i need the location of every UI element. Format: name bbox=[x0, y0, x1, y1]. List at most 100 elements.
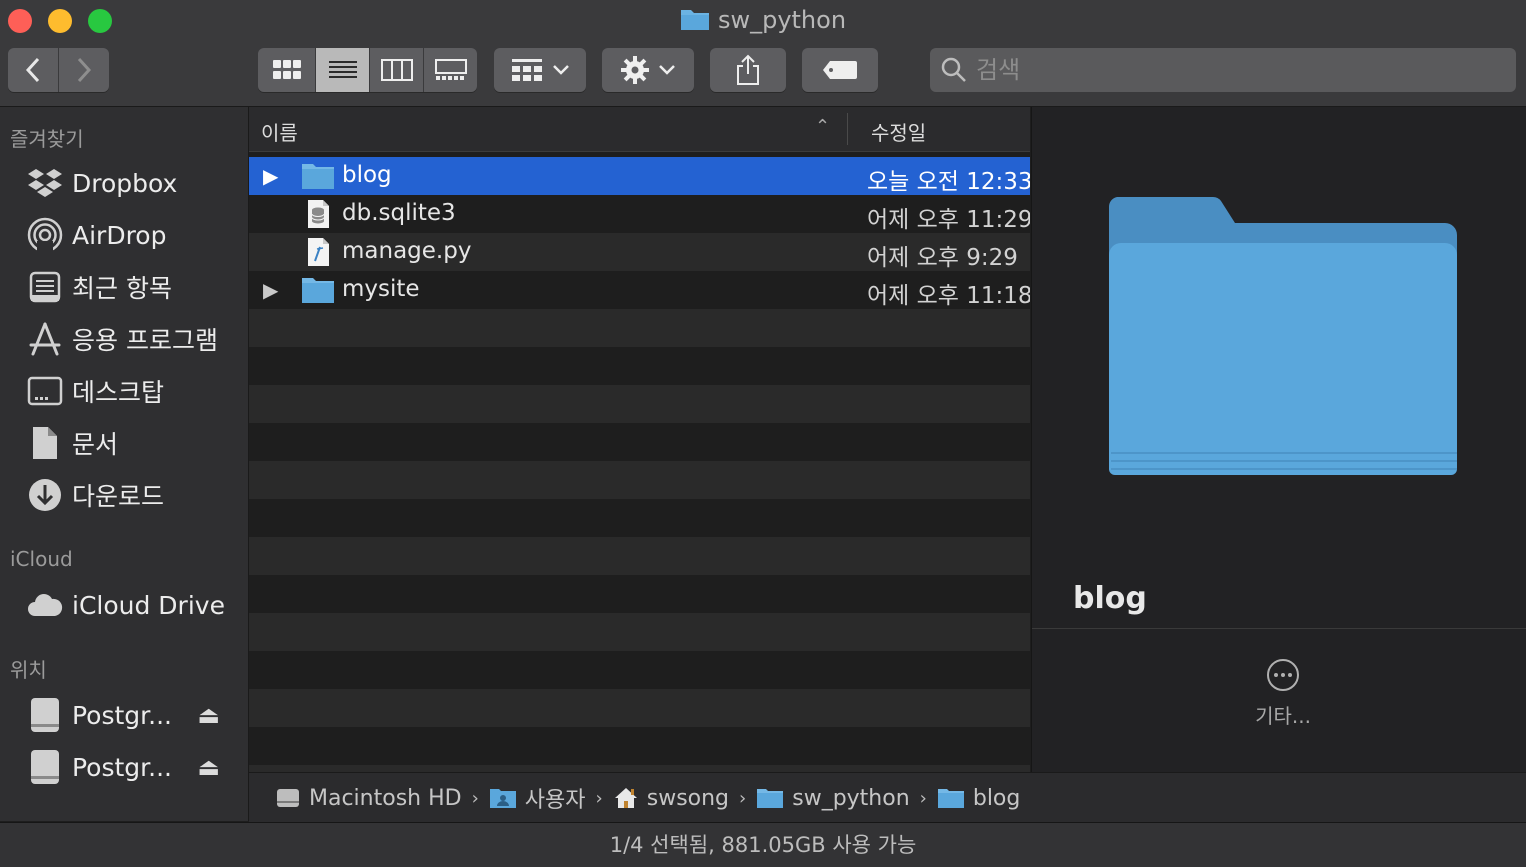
downloads-icon bbox=[26, 476, 64, 514]
list-view-icon bbox=[328, 61, 357, 78]
sidebar-item-label: 문서 bbox=[72, 430, 119, 459]
status-bar: 1/4 선택됨, 881.05GB 사용 가능 bbox=[0, 822, 1526, 867]
disk-icon bbox=[26, 696, 64, 734]
sidebar-item-label: 다운로드 bbox=[72, 482, 165, 511]
sidebar-item-dropbox[interactable]: Dropbox bbox=[26, 161, 246, 205]
icon-view-button[interactable] bbox=[258, 48, 316, 92]
folder-icon bbox=[680, 10, 709, 30]
documents-icon bbox=[26, 424, 64, 462]
window-title: sw_python bbox=[0, 6, 1526, 34]
search-icon bbox=[941, 57, 966, 82]
eject-icon[interactable]: ⏏ bbox=[197, 753, 220, 781]
tags-button[interactable] bbox=[802, 48, 878, 92]
chevron-left-icon bbox=[25, 57, 40, 83]
sidebar-item-documents[interactable]: 문서 bbox=[26, 421, 246, 465]
path-item-label: sw_python bbox=[792, 785, 910, 811]
disclosure-triangle-icon[interactable]: ▶ bbox=[263, 278, 278, 302]
chevron-right-icon: › bbox=[595, 787, 603, 809]
action-button[interactable] bbox=[602, 48, 694, 92]
sidebar-item-disk-2[interactable]: Postgr... ⏏ bbox=[26, 745, 246, 789]
more-button[interactable]: 기타... bbox=[1252, 658, 1314, 729]
folder-icon bbox=[937, 787, 965, 809]
file-rows: ▶ blog 오늘 오전 12:33 db.sqlite3 어제 오후 11:2… bbox=[249, 157, 1030, 772]
path-item-label: swsong bbox=[646, 785, 730, 811]
empty-row bbox=[249, 651, 1030, 689]
file-name: manage.py bbox=[342, 238, 472, 264]
group-view-icon bbox=[512, 59, 542, 81]
file-name: mysite bbox=[342, 276, 420, 302]
search-field[interactable] bbox=[930, 48, 1516, 92]
column-header-name[interactable]: 이름 bbox=[261, 117, 298, 146]
empty-row bbox=[249, 689, 1030, 727]
users-folder-icon bbox=[489, 787, 517, 809]
sidebar-item-label: iCloud Drive bbox=[72, 590, 225, 620]
chevron-down-icon bbox=[659, 65, 675, 75]
chevron-up-icon: ⌃ bbox=[815, 116, 831, 137]
window-title-text: sw_python bbox=[717, 6, 847, 34]
title-bar: sw_python bbox=[0, 0, 1526, 107]
more-label: 기타... bbox=[1255, 704, 1311, 728]
list-view-button[interactable] bbox=[316, 48, 370, 92]
dropbox-icon bbox=[26, 164, 64, 202]
disclosure-triangle-icon[interactable]: ▶ bbox=[263, 164, 278, 188]
empty-row bbox=[249, 575, 1030, 613]
path-item-blog[interactable]: blog bbox=[937, 786, 1020, 811]
file-row[interactable]: ▶ blog 오늘 오전 12:33 bbox=[249, 157, 1030, 195]
empty-row bbox=[249, 347, 1030, 385]
column-view-button[interactable] bbox=[370, 48, 424, 92]
file-row[interactable]: manage.py 어제 오후 9:29 bbox=[249, 233, 1030, 271]
preview-pane: blog 기타... bbox=[1031, 107, 1526, 772]
sidebar-item-downloads[interactable]: 다운로드 bbox=[26, 473, 246, 517]
eject-icon[interactable]: ⏏ bbox=[197, 701, 220, 729]
path-item-label: Macintosh HD bbox=[309, 785, 462, 811]
folder-icon bbox=[302, 278, 334, 303]
column-header-date[interactable]: 수정일 bbox=[871, 117, 926, 146]
back-button[interactable] bbox=[8, 48, 59, 92]
sidebar-item-icloud-drive[interactable]: iCloud Drive bbox=[26, 583, 246, 627]
empty-row bbox=[249, 613, 1030, 651]
file-row[interactable]: db.sqlite3 어제 오후 11:29 bbox=[249, 195, 1030, 233]
sidebar-item-label: 응용 프로그램 bbox=[72, 326, 218, 355]
forward-button[interactable] bbox=[59, 48, 109, 92]
sidebar-item-label: Postgr... bbox=[72, 700, 172, 730]
hard-drive-icon bbox=[275, 785, 301, 811]
python-file-icon bbox=[308, 238, 329, 266]
chevron-right-icon: › bbox=[739, 787, 747, 809]
chevron-right-icon: › bbox=[471, 787, 479, 809]
gallery-view-button[interactable] bbox=[424, 48, 477, 92]
sidebar-item-desktop[interactable]: 데스크탑 bbox=[26, 369, 246, 413]
sidebar-item-disk-1[interactable]: Postgr... ⏏ bbox=[26, 693, 246, 737]
column-separator[interactable] bbox=[847, 113, 848, 145]
database-file-icon bbox=[308, 200, 329, 228]
sidebar-item-recents[interactable]: 최근 항목 bbox=[26, 265, 246, 309]
empty-row bbox=[249, 727, 1030, 765]
airdrop-icon bbox=[26, 216, 64, 254]
sidebar-item-airdrop[interactable]: AirDrop bbox=[26, 213, 246, 257]
empty-row bbox=[249, 385, 1030, 423]
path-item-macintosh-hd[interactable]: Macintosh HD bbox=[275, 785, 462, 811]
desktop-icon bbox=[26, 372, 64, 410]
sidebar-item-label: Postgr... bbox=[72, 752, 172, 782]
home-icon bbox=[613, 786, 639, 810]
path-item-home[interactable]: swsong bbox=[613, 786, 729, 811]
sidebar-header-favorites: 즐겨찾기 bbox=[10, 127, 84, 151]
navigation-buttons bbox=[8, 48, 109, 92]
file-row[interactable]: ▶ mysite 어제 오후 11:18 bbox=[249, 271, 1030, 309]
sidebar-header-locations: 위치 bbox=[10, 658, 47, 682]
path-item-sw-python[interactable]: sw_python bbox=[756, 785, 910, 811]
sidebar: 즐겨찾기 Dropbox AirDrop 최근 항목 응용 프로그램 데스크탑 … bbox=[0, 107, 249, 821]
path-item-users[interactable]: 사용자 bbox=[489, 782, 586, 814]
share-button[interactable] bbox=[710, 48, 786, 92]
search-input[interactable] bbox=[974, 55, 1498, 85]
sidebar-item-label: AirDrop bbox=[72, 220, 167, 250]
group-by-button[interactable] bbox=[494, 48, 586, 92]
gear-icon bbox=[621, 56, 649, 84]
empty-row bbox=[249, 423, 1030, 461]
path-item-label: 사용자 bbox=[524, 788, 586, 813]
cloud-icon bbox=[26, 586, 64, 624]
sidebar-item-applications[interactable]: 응용 프로그램 bbox=[26, 317, 246, 361]
folder-icon bbox=[756, 787, 784, 809]
sidebar-item-label: 최근 항목 bbox=[72, 274, 172, 303]
column-view-icon bbox=[380, 59, 413, 81]
gallery-view-icon bbox=[434, 59, 467, 80]
